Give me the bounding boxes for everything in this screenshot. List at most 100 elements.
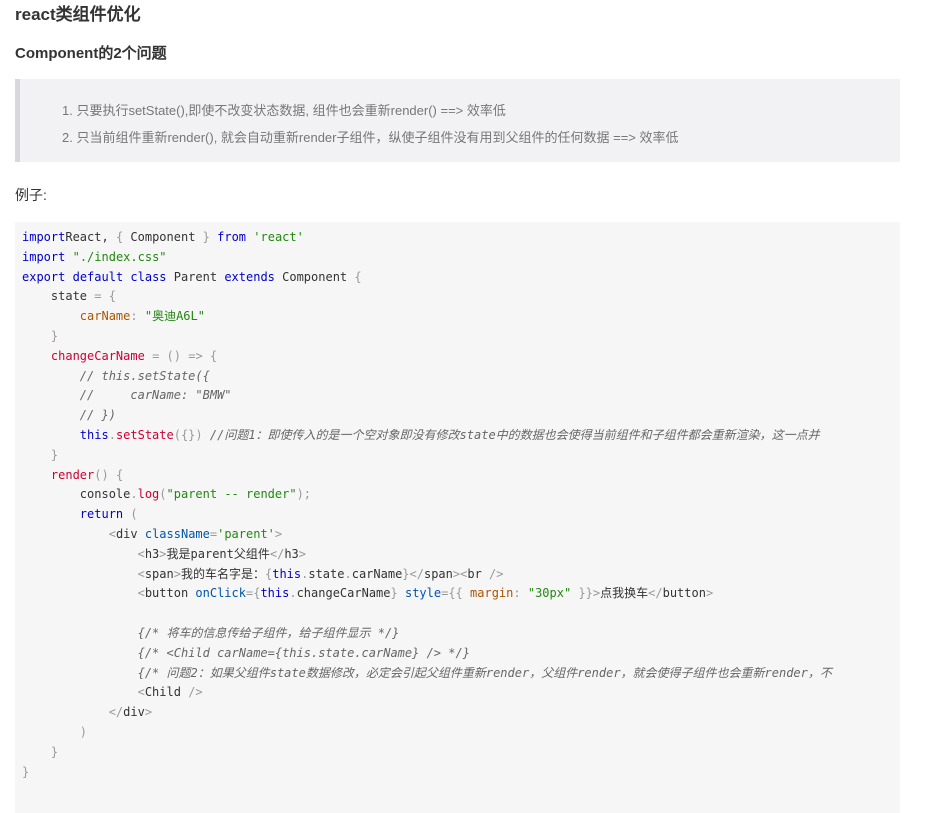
code-line: {/* <Child carName={this.state.carName} …	[22, 644, 832, 664]
code-line: export default class Parent extends Comp…	[22, 268, 832, 288]
code-content: importReact, { Component } from 'react' i…	[22, 228, 832, 782]
code-line: // carName: "BMW"	[22, 386, 832, 406]
code-token: Parent	[166, 269, 225, 284]
code-token: changeCarName	[50, 348, 145, 363]
code-line: }	[22, 446, 832, 466]
code-token: :	[513, 586, 521, 601]
code-token: ={{	[441, 586, 463, 601]
code-token: .	[130, 487, 138, 502]
code-line: <button onClick={this.changeCarName} sty…	[22, 584, 832, 604]
code-token: render	[50, 467, 95, 482]
code-token: setState	[115, 427, 174, 442]
code-token: this	[260, 586, 290, 601]
code-token: </	[269, 546, 285, 561]
code-token: );	[296, 487, 312, 502]
code-token: =>	[188, 348, 203, 363]
code-token: >	[159, 546, 167, 561]
code-token: state	[308, 566, 345, 581]
code-token: {/* 将车的信息传给子组件，给子组件显示 */}	[137, 625, 400, 640]
code-line: }	[22, 743, 832, 763]
code-token: 我是parent父组件	[166, 546, 270, 561]
code-line	[22, 604, 832, 624]
code-line: carName: "奥迪A6L"	[22, 307, 832, 327]
code-token: 'parent'	[217, 526, 275, 541]
code-token: h3	[144, 546, 160, 561]
code-token: style	[404, 586, 442, 601]
code-token: )	[79, 724, 88, 739]
code-token: >	[298, 546, 307, 561]
code-line: console.log("parent -- render");	[22, 485, 832, 505]
code-token: extends	[224, 269, 275, 284]
code-token: {	[108, 289, 116, 304]
code-token: span	[144, 566, 174, 581]
code-token: class	[130, 269, 167, 284]
code-token: </	[108, 705, 124, 720]
code-line: {/* 问题2：如果父组件state数据修改，必定会引起父组件重新render，…	[22, 664, 832, 684]
code-token: onClick	[195, 586, 246, 601]
code-line: render() {	[22, 466, 832, 486]
code-token: >	[705, 586, 714, 601]
code-token: console	[22, 487, 131, 502]
code-token: //问题1：即使传入的是一个空对象即没有修改state中的数据也会使得当前组件和…	[209, 427, 820, 442]
code-token: }	[50, 328, 59, 343]
code-line: )	[22, 723, 832, 743]
code-token: span	[423, 566, 453, 581]
code-token: // carName: "BMW"	[79, 388, 232, 403]
code-token: {/* 问题2：如果父组件state数据修改，必定会引起父组件重新render，…	[137, 665, 832, 680]
code-block: importReact, { Component } from 'react' i…	[15, 222, 900, 813]
code-token: Component	[274, 269, 355, 284]
code-token: this	[79, 427, 109, 442]
code-token: "奥迪A6L"	[144, 309, 205, 324]
code-token: from	[217, 230, 247, 244]
code-token: div	[123, 705, 145, 720]
code-token: // this.setState({	[79, 368, 210, 383]
code-token: .	[289, 586, 297, 601]
code-token: }	[22, 764, 30, 779]
code-token: h3	[284, 546, 299, 561]
code-token: React,	[65, 230, 116, 244]
code-token: default	[72, 269, 124, 284]
code-token: ()	[166, 348, 181, 363]
code-line: // this.setState({	[22, 367, 832, 387]
code-token: state	[22, 289, 95, 304]
code-token: button	[662, 586, 706, 601]
code-token: carName	[351, 566, 403, 581]
code-token: <	[137, 546, 145, 561]
code-token: (	[130, 507, 138, 522]
code-token: >	[173, 566, 181, 581]
code-token: {	[209, 348, 218, 363]
code-token: 我的车名字是：	[180, 566, 265, 581]
code-token: log	[137, 487, 160, 502]
code-token: }</	[402, 566, 424, 581]
code-token: return	[79, 507, 124, 522]
code-token: <	[137, 685, 145, 700]
code-token: import	[22, 230, 66, 244]
code-line: <span>我的车名字是：{this.state.carName}</span>…	[22, 565, 832, 585]
code-token: carName	[79, 309, 131, 324]
code-token: >	[274, 526, 283, 541]
code-token: ({})	[173, 427, 203, 442]
code-line: <Child />	[22, 683, 832, 703]
code-token: <	[108, 526, 116, 541]
code-token: br	[467, 566, 490, 581]
